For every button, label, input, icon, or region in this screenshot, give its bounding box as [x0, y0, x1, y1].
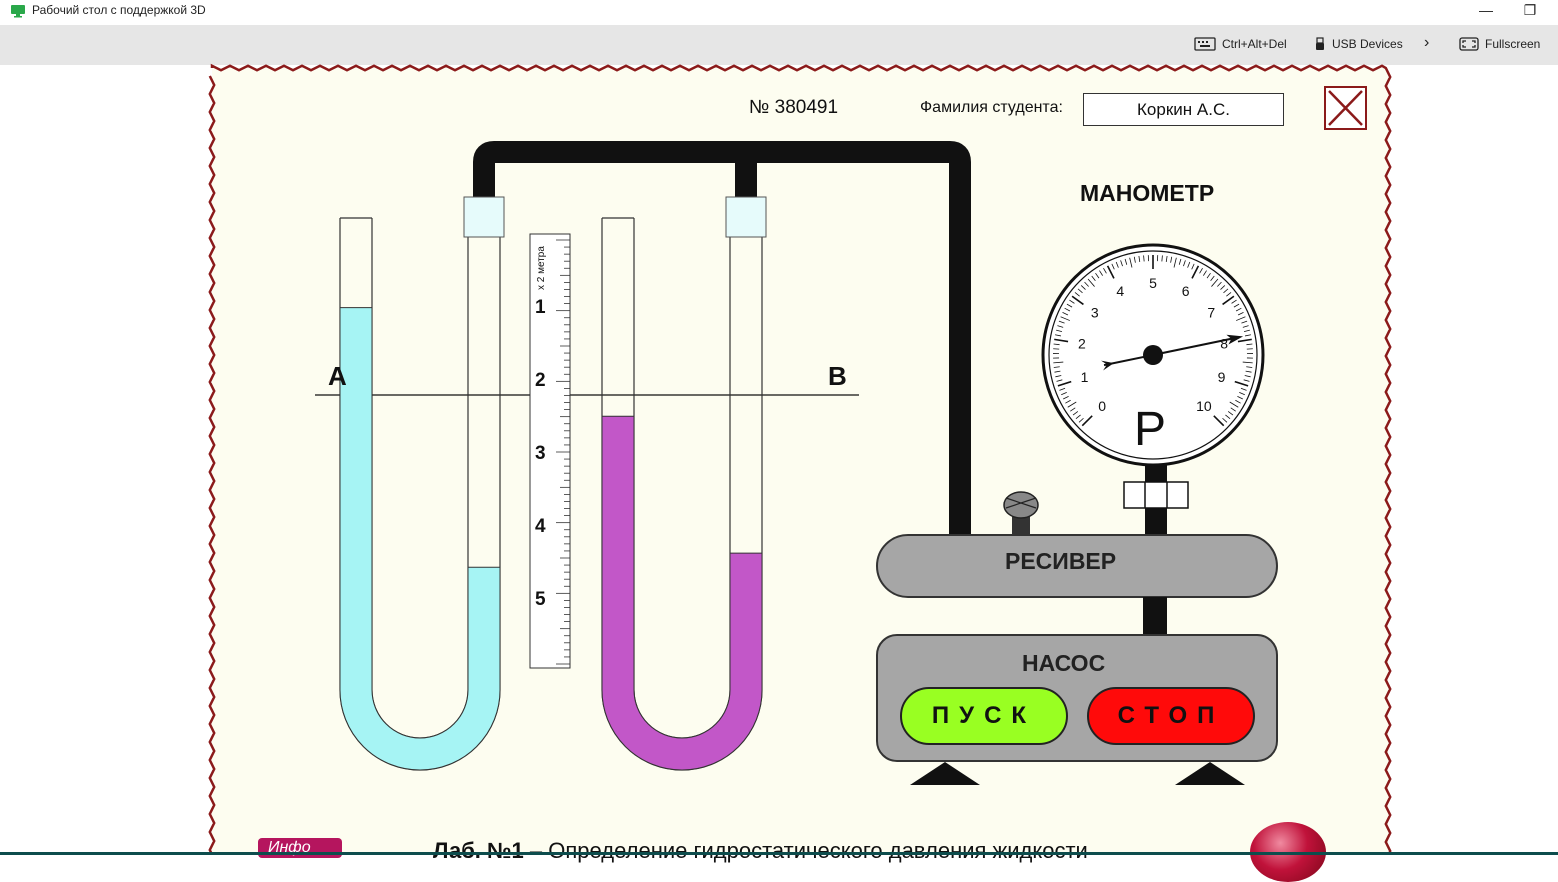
gauge-tick [1162, 255, 1163, 261]
gauge-scale-label: 10 [1196, 398, 1212, 414]
gauge-scale-label: 4 [1116, 283, 1124, 299]
info-badge[interactable]: Инфо [258, 838, 342, 858]
gauge-scale-label: 8 [1220, 336, 1228, 352]
ruler-mark-label: 4 [535, 516, 546, 537]
gauge-scale-label: 7 [1207, 305, 1215, 321]
gauge-scale-label: 6 [1182, 283, 1190, 299]
gauge-scale-label: 3 [1091, 305, 1099, 321]
gauge-scale-label: 1 [1081, 369, 1089, 385]
gauge-scale-label: 9 [1218, 369, 1226, 385]
lab-title: Лаб. №1 – Определение гидростатического … [433, 838, 1088, 864]
measuring-ruler: х 2 метра 1 2 3 4 5 [530, 234, 570, 668]
point-a-label: A [328, 361, 347, 391]
gauge-nut [1124, 482, 1188, 508]
start-button[interactable]: ПУСК [900, 687, 1068, 745]
pump-pipe [1143, 597, 1167, 637]
lab-number: № 380491 [749, 97, 838, 119]
stop-button[interactable]: СТОП [1087, 687, 1255, 745]
gauge-hub [1143, 345, 1163, 365]
lab-title-prefix: Лаб. №1 [433, 838, 524, 863]
ruler-mark-label: 5 [535, 589, 546, 610]
ruler-mark-label: 1 [535, 297, 546, 318]
point-b-label: B [828, 361, 847, 391]
ruler-mark-label: 2 [535, 370, 546, 391]
manometer-title: МАНОМЕТР [1080, 180, 1214, 207]
close-button[interactable] [1324, 86, 1367, 130]
receiver-label: РЕСИВЕР [1005, 548, 1116, 575]
ruler-unit-label: х 2 метра [536, 246, 547, 290]
close-icon [1326, 88, 1365, 128]
tube-connector-right [726, 197, 766, 237]
student-label: Фамилия студента: [920, 99, 1063, 117]
student-name-field[interactable]: Коркин А.С. [1083, 93, 1284, 126]
gauge-scale-label: 2 [1078, 336, 1086, 352]
ruler-mark-label: 3 [535, 443, 546, 464]
gauge-scale-label: 5 [1149, 275, 1157, 291]
pump-label: НАСОС [1022, 650, 1105, 677]
pressure-symbol: P [1134, 403, 1166, 456]
tube-connector-left [464, 197, 504, 237]
lab-title-text: Определение гидростатического давления ж… [548, 838, 1088, 863]
gauge-tick [1144, 255, 1145, 261]
gauge-scale-label: 0 [1098, 398, 1106, 414]
